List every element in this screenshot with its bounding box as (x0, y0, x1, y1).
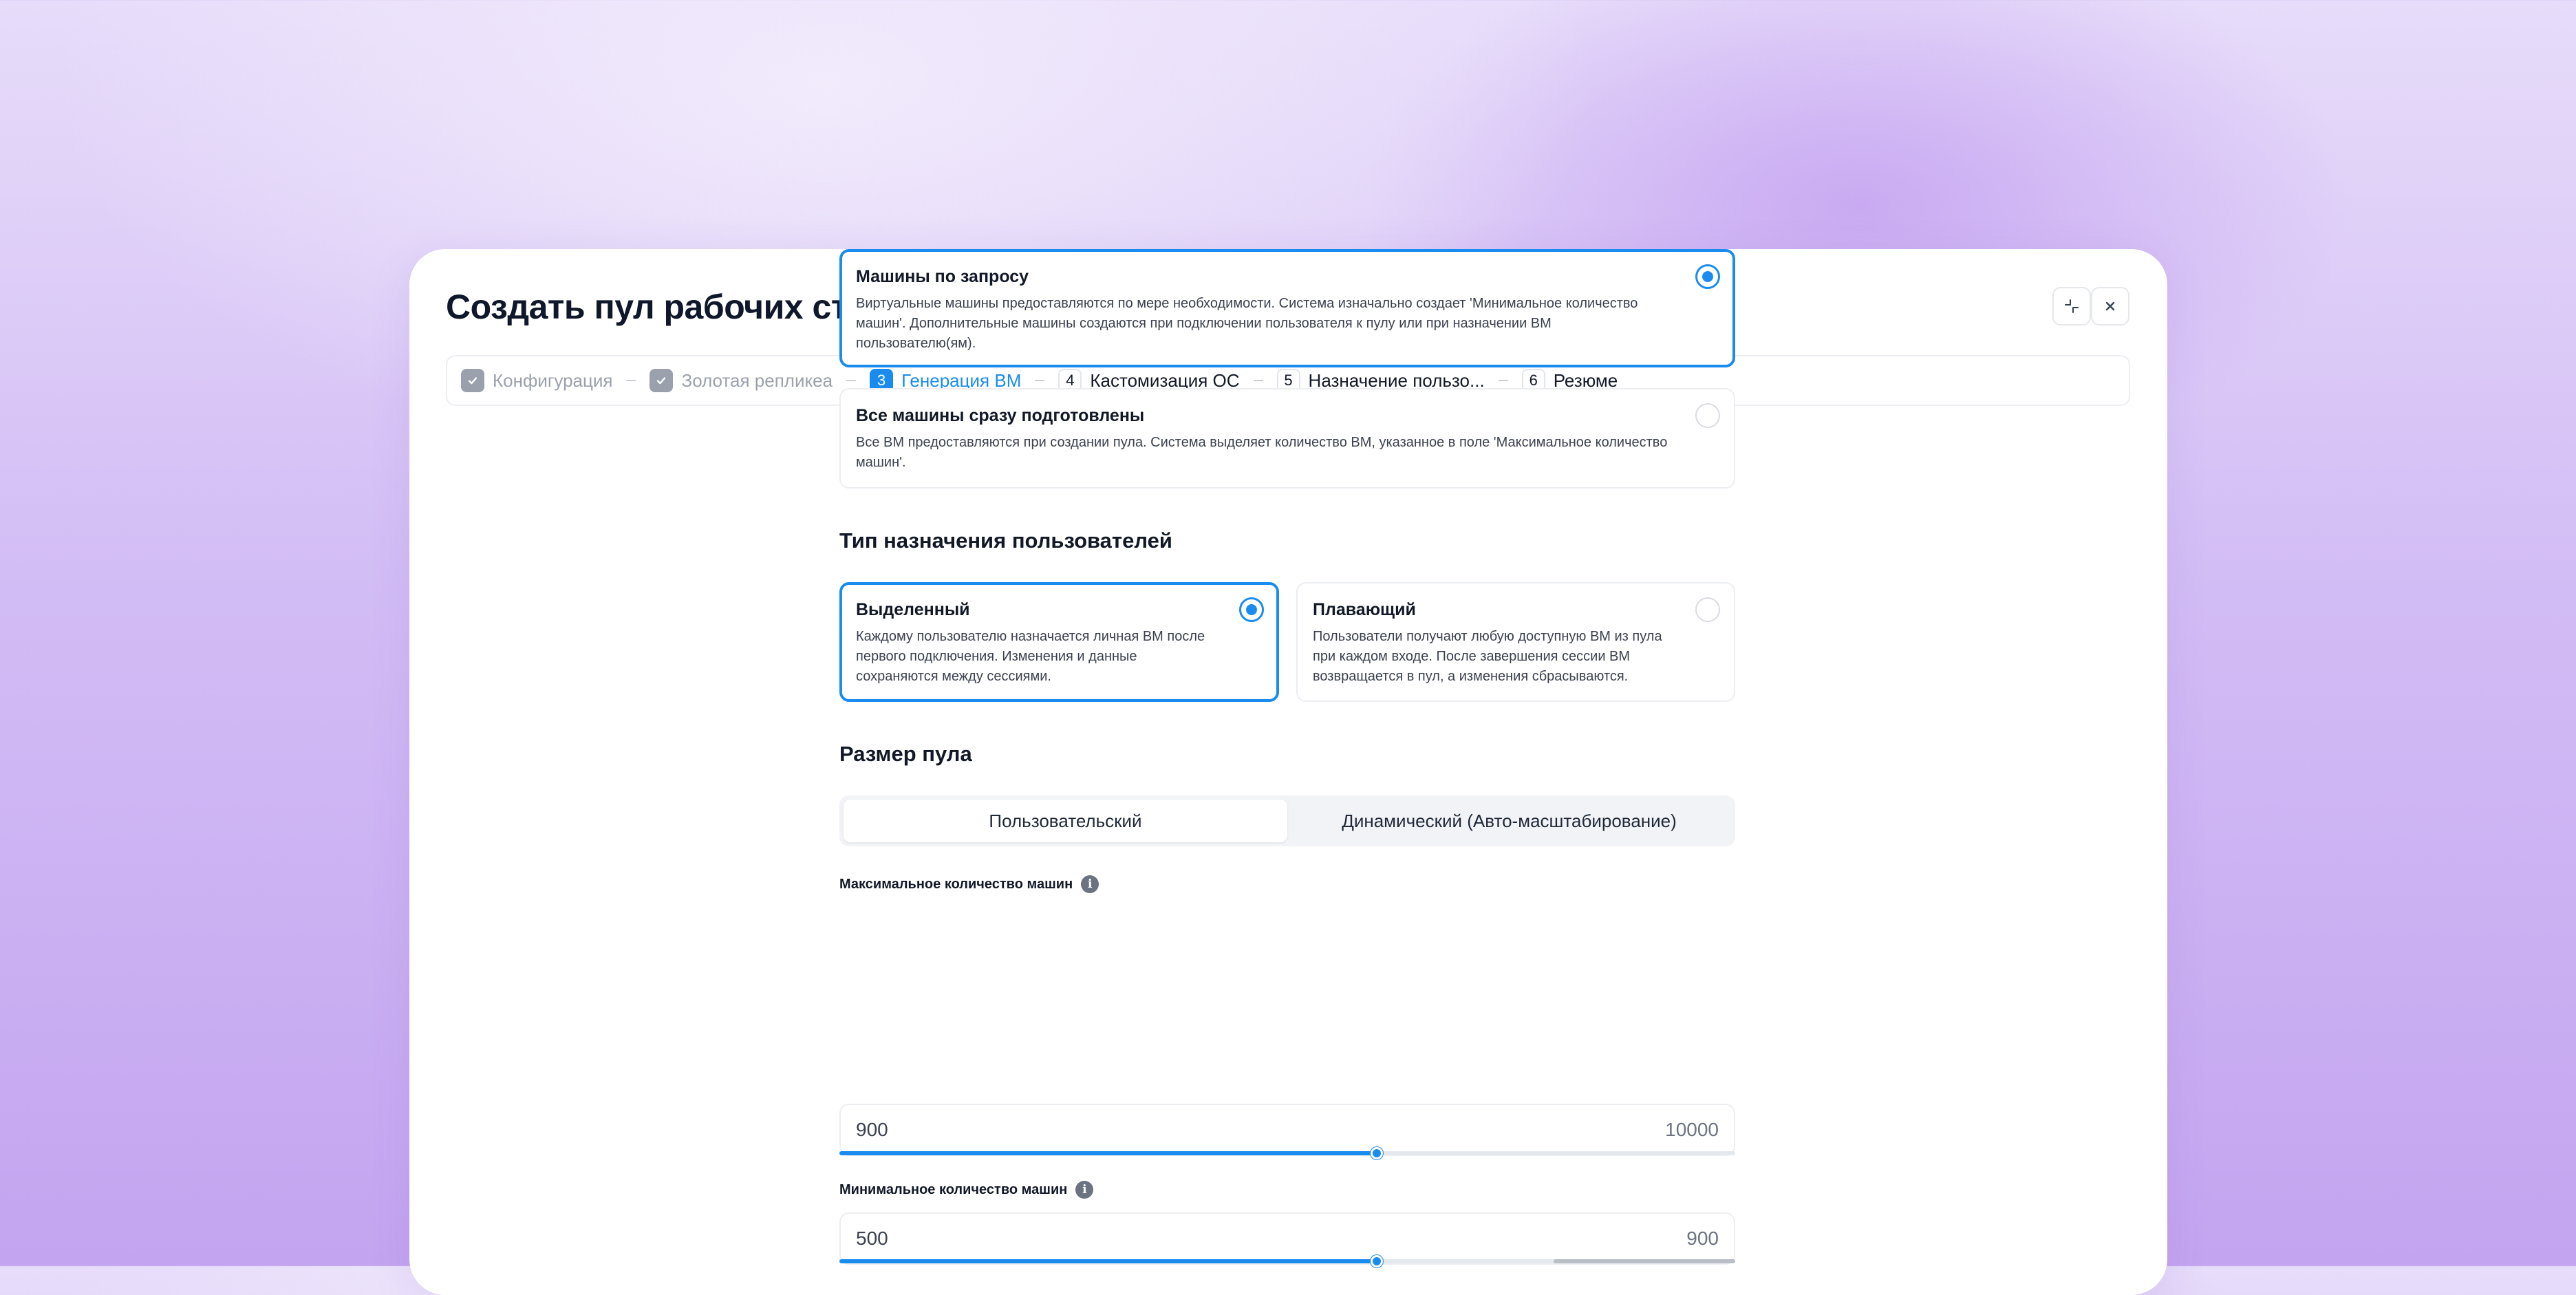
option-title: Плавающий (1313, 600, 1416, 619)
collapse-icon (2065, 299, 2079, 313)
max-machines-field-wrap: 900 10000 (839, 1104, 1735, 1156)
option-all-prepared[interactable]: Все машины сразу подготовлены Все ВМ пре… (839, 388, 1735, 489)
step-configuration[interactable]: Конфигурация (461, 369, 612, 392)
min-machines-label: Минимальное количество машин i (839, 1181, 1094, 1199)
max-machines-input[interactable]: 900 10000 (839, 1104, 1735, 1156)
check-icon (650, 369, 674, 392)
option-description: Каждому пользователю назначается личная … (856, 629, 1205, 684)
option-title: Выделенный (856, 600, 970, 619)
step-separator (1498, 380, 1508, 381)
max-machines-slider[interactable] (839, 1147, 1735, 1159)
pool-size-tabs: Пользовательский Динамический (Авто-масш… (839, 795, 1735, 846)
slider-fill (839, 1259, 1377, 1263)
min-machines-input[interactable]: 500 900 (839, 1212, 1735, 1265)
radio-selected-icon[interactable] (1239, 597, 1264, 622)
option-description: Пользователи получают любую доступную ВМ… (1313, 629, 1662, 684)
radio-empty-icon[interactable] (1695, 597, 1720, 622)
info-icon[interactable]: i (1075, 1181, 1094, 1199)
option-floating[interactable]: Плавающий Пользователи получают любую до… (1296, 582, 1735, 702)
min-machines-limit: 900 (1686, 1228, 1719, 1249)
option-description: Все ВМ предоставляются при создании пула… (856, 435, 1668, 470)
step-separator (846, 380, 857, 381)
min-machines-value: 500 (856, 1228, 888, 1249)
step-label: Конфигурация (493, 370, 613, 391)
radio-selected-icon[interactable] (1695, 264, 1720, 289)
collapse-button[interactable] (2052, 287, 2091, 325)
max-machines-value: 900 (856, 1119, 888, 1140)
option-on-demand[interactable]: Машины по запросу Виртуальные машины пре… (839, 249, 1735, 367)
step-golden-replica[interactable]: Золотая репликеа (650, 369, 833, 392)
max-machines-label: Максимальное количество машин i (839, 875, 1099, 893)
pool-size-heading: Размер пула (839, 742, 972, 766)
tab-custom[interactable]: Пользовательский (844, 800, 1287, 842)
min-machines-field-wrap: 500 900 (839, 1212, 1735, 1265)
check-icon (461, 369, 484, 392)
min-machines-slider[interactable] (839, 1255, 1735, 1267)
step-separator (1035, 380, 1045, 381)
info-icon[interactable]: i (1081, 875, 1099, 893)
step-separator (626, 380, 636, 381)
option-description: Виртуальные машины предоставляются по ме… (856, 296, 1638, 351)
max-machines-limit: 10000 (1665, 1119, 1719, 1140)
slider-disabled-range (1554, 1259, 1735, 1263)
option-title: Машины по запросу (856, 267, 1029, 286)
max-machines-label-text: Максимальное количество машин (839, 876, 1073, 892)
min-machines-label-text: Минимальное количество машин (839, 1181, 1068, 1197)
option-title: Все машины сразу подготовлены (856, 406, 1145, 425)
close-icon (2105, 301, 2115, 311)
step-separator (1253, 380, 1263, 381)
slider-fill (839, 1151, 1377, 1155)
close-button[interactable] (2091, 287, 2129, 325)
radio-empty-icon[interactable] (1695, 403, 1720, 428)
tab-dynamic[interactable]: Динамический (Авто-масштабирование) (1287, 800, 1731, 842)
option-dedicated[interactable]: Выделенный Каждому пользователю назначае… (839, 582, 1279, 702)
assignment-heading: Тип назначения пользователей (839, 528, 1172, 553)
step-label: Золотая репликеа (681, 370, 833, 391)
